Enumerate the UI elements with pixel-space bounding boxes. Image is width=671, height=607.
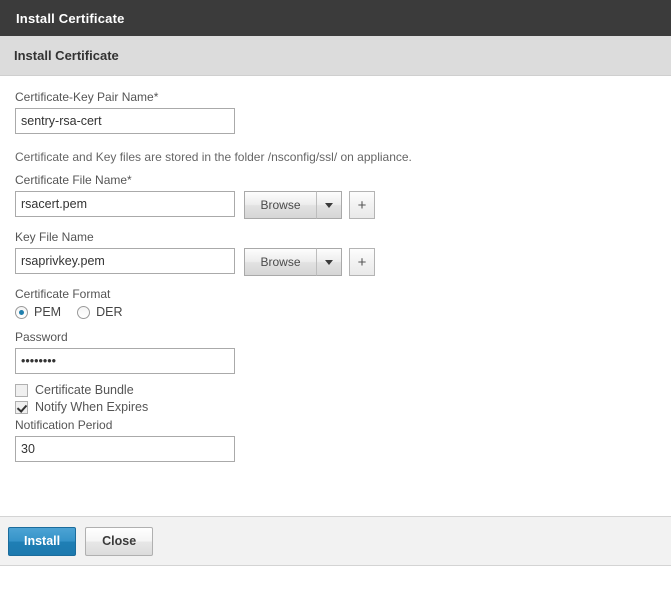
certificate-bundle-checkbox[interactable]: Certificate Bundle bbox=[15, 383, 671, 397]
password-label: Password bbox=[15, 330, 671, 344]
cert-format-option-der[interactable]: DER bbox=[77, 305, 122, 319]
page-title: Install Certificate bbox=[14, 48, 119, 63]
key-file-input[interactable] bbox=[15, 248, 235, 274]
window-title: Install Certificate bbox=[16, 11, 125, 26]
key-file-label: Key File Name bbox=[15, 230, 671, 244]
key-file-browse-group: Browse bbox=[244, 248, 342, 276]
key-file-browse-button[interactable]: Browse bbox=[244, 248, 316, 276]
storage-help-text: Certificate and Key files are stored in … bbox=[15, 150, 671, 164]
cert-format-option-der-label: DER bbox=[96, 305, 122, 319]
cert-file-input[interactable] bbox=[15, 191, 235, 217]
cert-format-radio-group: PEM DER bbox=[15, 305, 671, 319]
notification-period-input[interactable] bbox=[15, 436, 235, 462]
install-certificate-window: Install Certificate Install Certificate … bbox=[0, 0, 671, 607]
install-button[interactable]: Install bbox=[8, 527, 76, 556]
key-file-add-button[interactable]: + bbox=[349, 248, 375, 276]
chevron-down-icon bbox=[325, 203, 333, 208]
form-body: Certificate-Key Pair Name* Certificate a… bbox=[0, 76, 671, 516]
cert-format-label: Certificate Format bbox=[15, 287, 671, 301]
radio-selected-icon bbox=[15, 306, 28, 319]
cert-format-option-pem[interactable]: PEM bbox=[15, 305, 61, 319]
certificate-bundle-label: Certificate Bundle bbox=[35, 383, 134, 397]
chevron-down-icon bbox=[325, 260, 333, 265]
notification-period-label: Notification Period bbox=[15, 418, 671, 432]
cert-file-label: Certificate File Name* bbox=[15, 173, 671, 187]
cert-file-row: Browse + bbox=[15, 191, 671, 219]
password-input[interactable] bbox=[15, 348, 235, 374]
pair-name-label: Certificate-Key Pair Name* bbox=[15, 90, 671, 104]
checkbox-checked-icon bbox=[15, 401, 28, 414]
radio-unselected-icon bbox=[77, 306, 90, 319]
cert-file-browse-group: Browse bbox=[244, 191, 342, 219]
notify-when-expires-checkbox[interactable]: Notify When Expires bbox=[15, 400, 671, 414]
window-titlebar: Install Certificate bbox=[0, 0, 671, 36]
cert-file-browse-dropdown-button[interactable] bbox=[316, 191, 342, 219]
notify-when-expires-label: Notify When Expires bbox=[35, 400, 148, 414]
cert-file-browse-button[interactable]: Browse bbox=[244, 191, 316, 219]
page-tail-area bbox=[0, 566, 671, 607]
pair-name-input[interactable] bbox=[15, 108, 235, 134]
checkbox-unchecked-icon bbox=[15, 384, 28, 397]
dialog-footer: Install Close bbox=[0, 516, 671, 566]
cert-file-add-button[interactable]: + bbox=[349, 191, 375, 219]
key-file-row: Browse + bbox=[15, 248, 671, 276]
page-subheader: Install Certificate bbox=[0, 36, 671, 76]
close-button[interactable]: Close bbox=[85, 527, 153, 556]
cert-format-option-pem-label: PEM bbox=[34, 305, 61, 319]
key-file-browse-dropdown-button[interactable] bbox=[316, 248, 342, 276]
